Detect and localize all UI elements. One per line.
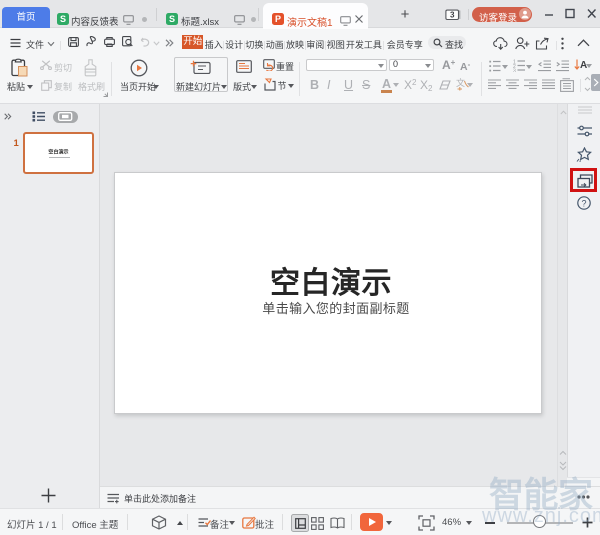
svg-text:文: 文 — [456, 77, 465, 88]
svg-text:?: ? — [581, 198, 586, 208]
svg-text:3: 3 — [450, 11, 455, 20]
svg-text:3: 3 — [513, 68, 516, 72]
